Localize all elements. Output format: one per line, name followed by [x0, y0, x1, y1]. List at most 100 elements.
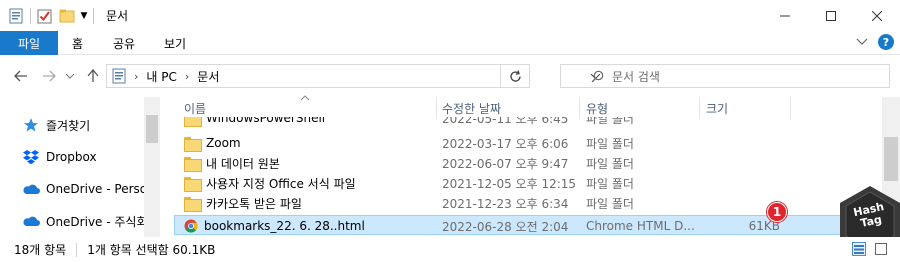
close-button[interactable] — [854, 0, 900, 31]
details-view-icon[interactable] — [852, 242, 866, 256]
nav-item-onedrive-personal[interactable]: OneDrive - Person — [22, 179, 155, 199]
ribbon-controls: ? — [856, 34, 894, 50]
sort-arrow-icon — [300, 94, 310, 104]
list-item-type: 파일 폴더 — [586, 176, 634, 191]
ribbon-tabs: 파일 홈 공유 보기 ? — [0, 31, 900, 55]
title-separator — [30, 7, 31, 24]
title-separator — [93, 7, 94, 24]
address-row: › 내 PC › 문서 문서 검색 — [0, 55, 900, 97]
status-item-count: 18개 항목 — [14, 243, 67, 257]
customize-toolbar-icon[interactable]: ▼ — [79, 8, 89, 24]
search-input[interactable]: 문서 검색 — [560, 64, 890, 88]
address-bar[interactable]: › 내 PC › 문서 — [106, 64, 600, 88]
list-item[interactable]: 내 데이터 원본 2022-06-07 오후 9:47 파일 폴더 — [174, 153, 882, 173]
tab-share[interactable]: 공유 — [113, 31, 135, 55]
this-pc-icon — [112, 68, 126, 84]
forward-button[interactable] — [40, 67, 58, 85]
column-separator[interactable] — [579, 97, 580, 119]
onedrive-icon — [22, 181, 40, 197]
window-title: 문서 — [106, 9, 129, 23]
recent-locations-icon[interactable] — [64, 67, 76, 85]
search-icon — [591, 70, 604, 83]
breadcrumb-item[interactable]: 문서 — [197, 68, 219, 85]
list-item-partial[interactable]: WindowsPowerShell 2022-05-11 오후 6:45 파일 … — [174, 117, 882, 129]
annotation-badge: 1 — [767, 202, 787, 222]
nav-item-quick-access[interactable]: 즐겨찾기 — [22, 115, 90, 135]
tab-view[interactable]: 보기 — [164, 31, 186, 55]
list-item-size: 61KB — [748, 219, 780, 233]
list-item-type: 파일 폴더 — [586, 156, 634, 171]
list-item-size — [704, 133, 780, 153]
minimize-button[interactable] — [762, 0, 808, 31]
up-button[interactable] — [84, 67, 102, 85]
back-button[interactable] — [12, 67, 30, 85]
list-item-date: 2022-05-11 오후 6:45 — [442, 117, 569, 126]
search-placeholder: 문서 검색 — [612, 69, 660, 84]
list-item-date: 2021-12-23 오후 6:34 — [442, 196, 569, 211]
list-item-date: 2021-12-05 오후 12:15 — [442, 176, 577, 191]
column-separator[interactable] — [436, 97, 437, 119]
list-item-name: bookmarks_22. 6. 28..html — [184, 216, 434, 236]
list-item-date: 2022-06-07 오후 9:47 — [442, 156, 569, 171]
nav-item-dropbox[interactable]: Dropbox — [22, 147, 97, 167]
list-item-type: 파일 폴더 — [586, 117, 634, 126]
file-list: 이름 수정한 날짜 유형 크기 WindowsPowerShell 2022-0… — [160, 94, 900, 237]
folder-icon — [184, 117, 202, 127]
new-folder-icon[interactable] — [59, 8, 75, 24]
tab-file[interactable]: 파일 — [0, 31, 58, 55]
column-header-name[interactable]: 이름 — [184, 97, 206, 119]
nav-item-label: 즐겨찾기 — [46, 118, 91, 133]
onedrive-icon — [22, 213, 40, 229]
folder-icon — [184, 176, 202, 192]
column-header-date[interactable]: 수정한 날짜 — [442, 97, 501, 119]
large-icons-view-icon[interactable] — [874, 242, 888, 256]
list-item-name: 내 데이터 원본 — [184, 153, 434, 173]
tab-home[interactable]: 홈 — [72, 31, 83, 55]
window-controls — [762, 0, 900, 31]
column-header-type[interactable]: 유형 — [586, 97, 608, 119]
dropbox-icon — [22, 149, 40, 165]
list-item-date: 2022-03-17 오후 6:06 — [442, 136, 569, 151]
breadcrumb-chevron-icon[interactable]: › — [185, 70, 189, 83]
column-header-size[interactable]: 크기 — [706, 97, 728, 119]
nav-item-label: OneDrive - 주식회 — [46, 214, 148, 229]
nav-item-onedrive-business[interactable]: OneDrive - 주식회 — [22, 211, 148, 231]
expand-ribbon-icon[interactable] — [856, 36, 868, 49]
list-item-name: WindowsPowerShell — [184, 117, 434, 128]
nav-scroll-thumb[interactable] — [146, 115, 158, 143]
list-item[interactable]: 사용자 지정 Office 서식 파일 2021-12-05 오후 12:15 … — [174, 173, 882, 193]
refresh-button[interactable] — [500, 64, 530, 88]
file-list-scroll-thumb[interactable] — [884, 137, 898, 181]
list-item-size — [704, 173, 780, 193]
status-separator — [76, 242, 78, 257]
breadcrumb-chevron-icon[interactable]: › — [134, 70, 138, 83]
navigation-pane: 즐겨찾기 Dropbox OneDrive - Person OneDrive … — [0, 97, 160, 237]
list-item-type: Chrome HTML D... — [586, 219, 695, 233]
status-bar: 18개 항목 1개 항목 선택함 60.1KB — [0, 237, 900, 262]
folder-icon — [184, 196, 202, 212]
list-item[interactable]: Zoom 2022-03-17 오후 6:06 파일 폴더 — [174, 133, 882, 153]
status-selection: 1개 항목 선택함 60.1KB — [87, 243, 216, 257]
breadcrumb-item[interactable]: 내 PC — [146, 68, 176, 85]
list-item-date: 2022-06-28 오전 2:04 — [442, 219, 569, 234]
folder-icon — [184, 156, 202, 172]
checkbox-icon[interactable] — [37, 8, 53, 24]
list-item-name: Zoom — [184, 133, 434, 153]
chrome-icon — [184, 219, 198, 233]
column-separator[interactable] — [699, 97, 700, 119]
title-bar: ▼ 문서 — [0, 0, 900, 31]
column-separator[interactable] — [790, 97, 791, 119]
list-item-type: 파일 폴더 — [586, 196, 634, 211]
properties-icon[interactable] — [8, 8, 24, 24]
maximize-button[interactable] — [808, 0, 854, 31]
help-icon[interactable]: ? — [878, 34, 894, 50]
list-item-size — [704, 153, 780, 173]
nav-item-label: OneDrive - Person — [46, 182, 155, 196]
star-icon — [22, 117, 40, 133]
list-item-name: 사용자 지정 Office 서식 파일 — [184, 173, 434, 193]
list-item-name: 카카오톡 받은 파일 — [184, 193, 434, 213]
nav-item-label: Dropbox — [46, 150, 97, 164]
list-item-type: 파일 폴더 — [586, 136, 634, 151]
folder-icon — [184, 136, 202, 152]
nav-scrollbar[interactable] — [144, 97, 160, 237]
